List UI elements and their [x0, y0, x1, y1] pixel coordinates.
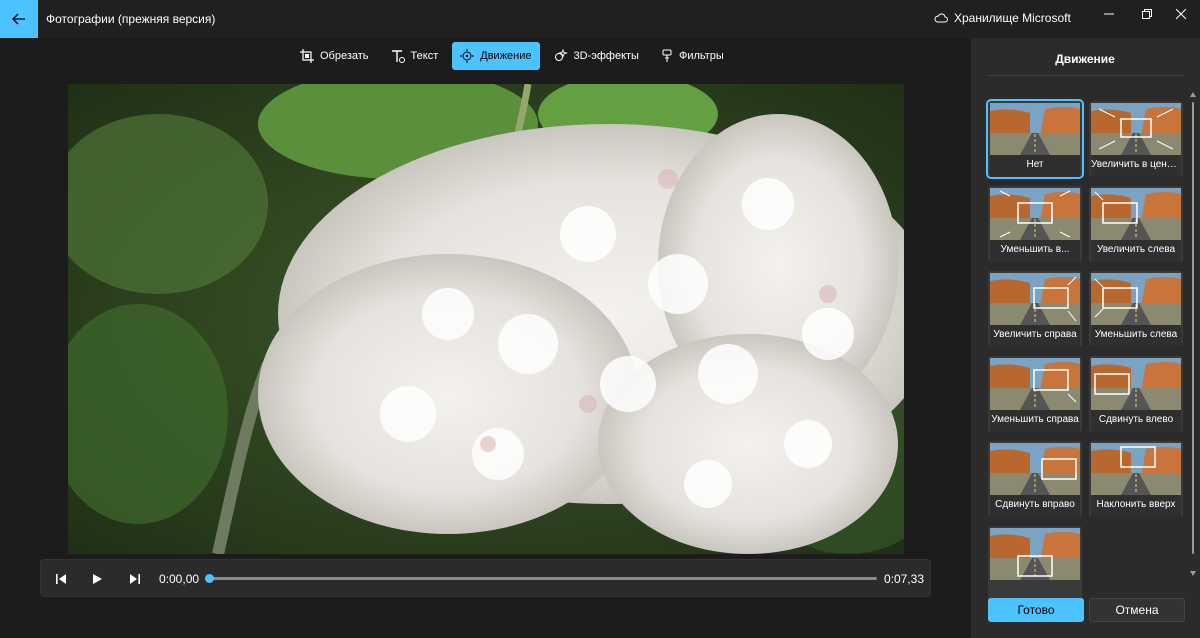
motion-option[interactable]: Уменьшить слева	[1089, 271, 1183, 347]
road-thumbnail	[990, 528, 1080, 580]
crop-label: Обрезать	[320, 50, 369, 62]
road-thumbnail	[1091, 443, 1181, 495]
total-time: 0:07,33	[883, 572, 924, 586]
text-button[interactable]: Текст	[383, 42, 447, 70]
title-bar: Фотографии (прежняя версия) Хранилище Mi…	[0, 0, 1200, 38]
close-icon	[1176, 9, 1186, 19]
motion-option[interactable]: Увеличить в центре	[1089, 101, 1183, 177]
skip-forward-icon	[130, 574, 140, 584]
motion-option[interactable]	[988, 526, 1082, 602]
minimize-icon	[1104, 13, 1114, 15]
text-icon	[391, 50, 405, 63]
motion-option[interactable]: Уменьшить справа	[988, 356, 1082, 432]
playback-bar: 0:00,00 0:07,33	[40, 559, 931, 597]
road-thumbnail	[1091, 273, 1181, 325]
panel-scrollbar[interactable]	[1190, 92, 1196, 576]
motion-option-label: Наклонить вверх	[1091, 495, 1181, 517]
app-title: Фотографии (прежняя версия)	[46, 12, 216, 26]
motion-option-label: Сдвинуть влево	[1091, 410, 1181, 432]
next-frame-button[interactable]	[125, 569, 145, 589]
restore-icon	[1142, 9, 1152, 19]
cloud-icon	[934, 13, 948, 23]
close-button[interactable]	[1162, 0, 1200, 28]
road-thumbnail	[990, 358, 1080, 410]
motion-icon	[460, 49, 475, 63]
motion-option-label: Сдвинуть вправо	[990, 495, 1080, 517]
3d-effects-icon	[554, 49, 568, 61]
filters-label: Фильтры	[678, 50, 724, 62]
motion-option[interactable]: Наклонить вверх	[1089, 441, 1183, 517]
seek-thumb[interactable]	[205, 574, 214, 583]
motion-option-label: Уменьшить слева	[1091, 325, 1181, 347]
previous-frame-button[interactable]	[51, 569, 71, 589]
road-thumbnail	[990, 273, 1080, 325]
road-thumbnail	[1091, 358, 1181, 410]
motion-option-label: Уменьшить справа	[990, 410, 1080, 432]
motion-option-label: Нет	[990, 155, 1080, 177]
motion-option[interactable]: Нет	[986, 99, 1084, 179]
motion-option[interactable]: Увеличить справа	[988, 271, 1082, 347]
motion-option[interactable]: Уменьшить в...	[988, 186, 1082, 262]
road-thumbnail	[990, 188, 1080, 240]
storage-label: Хранилище Microsoft	[954, 11, 1071, 25]
motion-option[interactable]: Сдвинуть влево	[1089, 356, 1183, 432]
road-thumbnail	[990, 103, 1080, 155]
motion-option-label: Уменьшить в...	[990, 240, 1080, 262]
text-label: Текст	[410, 50, 439, 62]
cancel-button[interactable]: Отмена	[1089, 598, 1185, 622]
scroll-thumb[interactable]	[1192, 102, 1194, 554]
current-time: 0:00,00	[159, 572, 200, 586]
editor-toolbar: Обрезать Текст Движение 3D-эффекты Фильт…	[292, 42, 732, 70]
storage-indicator[interactable]: Хранилище Microsoft	[934, 11, 1071, 25]
scroll-up-icon	[1190, 92, 1196, 97]
motion-option[interactable]: Увеличить слева	[1089, 186, 1183, 262]
motion-option[interactable]: Сдвинуть вправо	[988, 441, 1082, 517]
minimize-button[interactable]	[1090, 0, 1128, 28]
play-button[interactable]	[87, 569, 107, 589]
seek-bar[interactable]	[205, 574, 877, 583]
crop-icon	[300, 49, 314, 63]
motion-label: Движение	[480, 50, 532, 62]
play-icon	[93, 574, 102, 584]
road-thumbnail	[1091, 103, 1181, 155]
motion-option-label: Увеличить слева	[1091, 240, 1181, 262]
road-thumbnail	[990, 443, 1080, 495]
motion-option-label: Увеличить в центре	[1091, 155, 1181, 177]
skip-back-icon	[56, 574, 66, 584]
panel-divider	[987, 75, 1183, 76]
motion-button[interactable]: Движение	[452, 42, 540, 70]
3d-effects-button[interactable]: 3D-эффекты	[546, 42, 647, 70]
done-button[interactable]: Готово	[988, 598, 1084, 622]
motion-option-label: Увеличить справа	[990, 325, 1080, 347]
back-button[interactable]	[0, 0, 38, 38]
restore-button[interactable]	[1128, 0, 1166, 28]
crop-button[interactable]: Обрезать	[292, 42, 377, 70]
3d-effects-label: 3D-эффекты	[573, 50, 639, 62]
arrow-left-icon	[12, 13, 25, 25]
panel-title: Движение	[1055, 52, 1115, 66]
scroll-down-icon	[1190, 571, 1196, 576]
video-preview[interactable]	[68, 84, 904, 554]
road-thumbnail	[1091, 188, 1181, 240]
filters-icon	[662, 49, 672, 62]
filters-button[interactable]: Фильтры	[653, 42, 732, 70]
flower-photo	[68, 84, 904, 554]
